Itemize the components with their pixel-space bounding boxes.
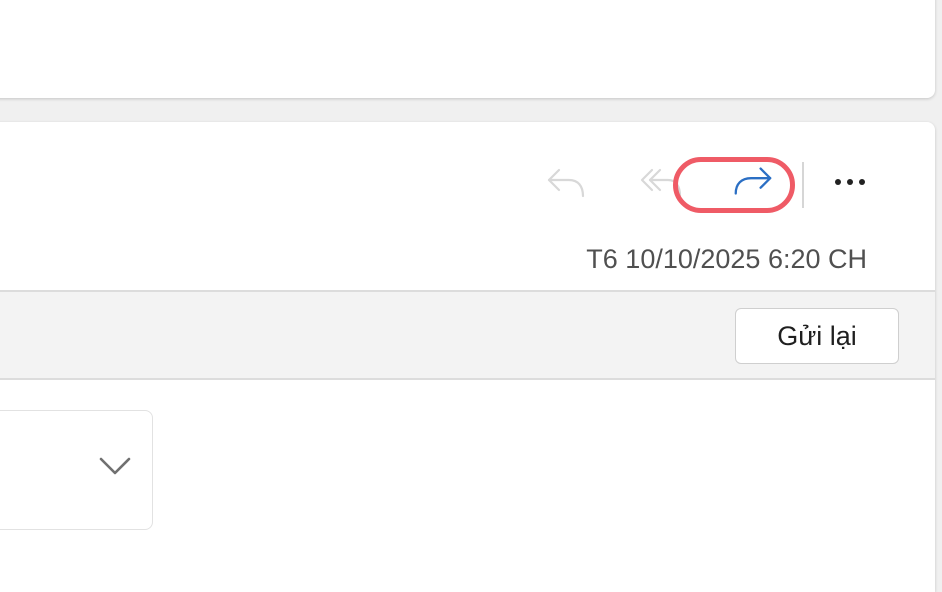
chevron-down-icon[interactable]: [98, 455, 132, 477]
more-options-button[interactable]: [828, 160, 872, 204]
toolbar-divider: [802, 162, 804, 208]
reply-icon: [547, 168, 585, 198]
resend-bar: Gửi lại: [0, 290, 935, 380]
message-reading-pane: T6 10/10/2025 6:20 CH Gửi lại: [0, 122, 935, 592]
reply-all-button[interactable]: [640, 160, 684, 204]
message-action-toolbar: [0, 160, 935, 204]
previous-message-card: [0, 0, 935, 98]
reply-all-icon: [640, 168, 682, 198]
forward-button[interactable]: [730, 160, 774, 204]
more-options-icon: [835, 179, 865, 185]
forward-icon: [734, 167, 772, 195]
reply-button[interactable]: [545, 160, 589, 204]
attachment-card[interactable]: [0, 410, 153, 530]
resend-button[interactable]: Gửi lại: [735, 308, 899, 364]
message-timestamp: T6 10/10/2025 6:20 CH: [586, 244, 867, 274]
